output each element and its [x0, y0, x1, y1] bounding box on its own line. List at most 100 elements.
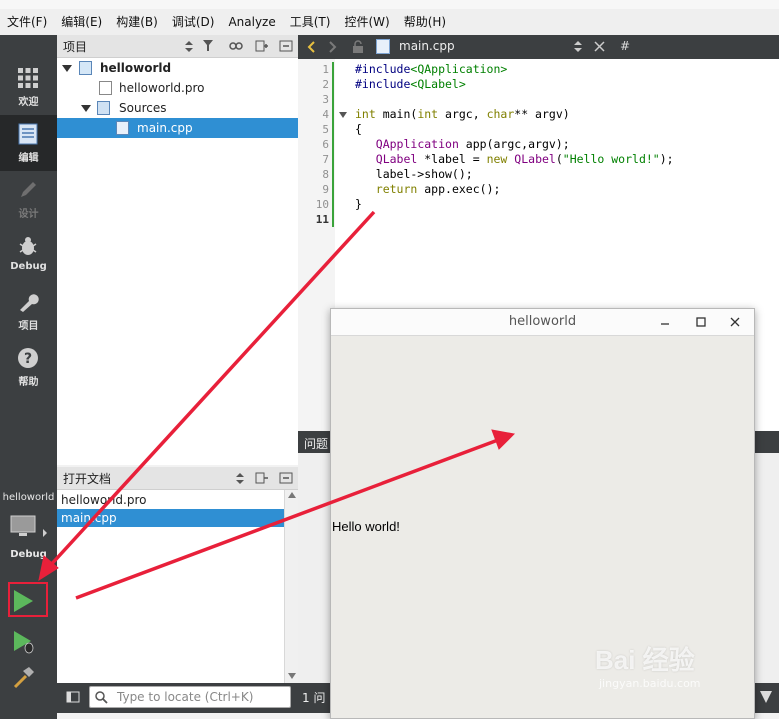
code-token: QLabel	[514, 152, 556, 166]
code-token: int	[417, 107, 439, 121]
menu-help[interactable]: 帮助(H)	[397, 11, 453, 33]
mode-label: 设计	[18, 209, 39, 220]
mode-edit[interactable]: 编辑	[0, 115, 57, 171]
tree-item-main-cpp[interactable]: main.cpp	[57, 118, 298, 138]
code-line: #include<QApplication>	[355, 62, 507, 77]
menu-build[interactable]: 构建(B)	[109, 11, 165, 33]
issues-tab[interactable]: 1 问	[302, 689, 325, 706]
open-documents-scrollbar[interactable]	[284, 490, 299, 683]
sort-updown-icon[interactable]	[185, 41, 193, 52]
link-icon[interactable]	[229, 40, 243, 52]
line-number: 7	[322, 153, 329, 166]
open-doc-main-cpp[interactable]: main.cpp	[57, 509, 289, 527]
mode-label: 欢迎	[18, 97, 39, 108]
scroll-up-icon[interactable]	[288, 492, 296, 498]
watermark-brand: Bai 经验	[595, 645, 695, 675]
tree-item-sources[interactable]: Sources	[57, 98, 298, 118]
line-number: 11	[315, 213, 329, 226]
mode-welcome[interactable]: 欢迎	[0, 59, 57, 115]
project-folder-icon	[79, 61, 92, 75]
edit-document-icon	[18, 123, 38, 145]
code-line: int main(int argc, char** argv)	[355, 107, 570, 121]
change-bar	[332, 62, 334, 227]
baidu-watermark: Bai 经验 jingyan.baidu.com	[595, 640, 701, 690]
menu-widgets[interactable]: 控件(W)	[337, 11, 396, 33]
code-token: #include	[355, 77, 411, 91]
open-documents-pane: 打开文档 helloworld.pro main.cpp	[57, 467, 298, 683]
open-documents-header: 打开文档	[57, 467, 298, 490]
menu-tools[interactable]: 工具(T)	[283, 11, 338, 33]
expand-arrow-icon[interactable]	[81, 105, 91, 112]
symbol-selector[interactable]: #	[620, 39, 630, 53]
fold-arrow-icon[interactable]	[339, 112, 347, 118]
mode-projects[interactable]: 项目	[0, 283, 57, 339]
toggle-sidebar-icon[interactable]	[66, 691, 80, 703]
code-token: return	[375, 182, 418, 196]
split-icon[interactable]	[255, 40, 269, 52]
line-number: 5	[322, 123, 329, 136]
issues-title[interactable]: 问题	[304, 435, 328, 452]
scroll-down-icon[interactable]	[288, 673, 296, 679]
line-number: 4	[322, 108, 329, 121]
helloworld-titlebar[interactable]: helloworld	[331, 309, 754, 336]
sort-updown-icon[interactable]	[236, 473, 244, 484]
editor-file-name[interactable]: main.cpp	[399, 39, 455, 53]
tree-item-pro[interactable]: helloworld.pro	[57, 78, 298, 98]
filter-icon[interactable]	[203, 40, 217, 52]
wrench-icon	[20, 294, 39, 312]
close-pane-icon[interactable]	[279, 40, 293, 52]
open-doc-pro[interactable]: helloworld.pro	[57, 491, 289, 509]
watermark-site: jingyan.baidu.com	[599, 677, 701, 690]
line-number: 6	[322, 138, 329, 151]
tree-item-project[interactable]: helloworld	[57, 58, 298, 78]
code-token: <QLabel>	[410, 77, 466, 91]
cpp-file-icon	[376, 39, 390, 54]
code-token: "Hello world!"	[562, 152, 660, 166]
mode-label: 项目	[18, 321, 39, 332]
menu-edit[interactable]: 编辑(E)	[54, 11, 109, 33]
expand-arrow-icon[interactable]	[62, 65, 72, 72]
sort-updown-icon[interactable]	[574, 41, 582, 52]
code-token: new	[486, 152, 508, 166]
code-line: }	[355, 197, 362, 211]
helloworld-window-title: helloworld	[508, 314, 577, 329]
line-number: 10	[315, 198, 329, 211]
minimize-icon[interactable]	[660, 317, 670, 327]
hammer-icon	[13, 667, 34, 689]
code-token: int	[355, 107, 376, 121]
forward-arrow-icon[interactable]	[329, 41, 337, 53]
code-token: char	[486, 107, 515, 121]
tree-item-label: Sources	[119, 101, 167, 115]
project-pane: 项目 helloworld helloworld.pro Sources mai…	[57, 35, 298, 465]
debug-run-button[interactable]	[8, 627, 48, 655]
menu-file[interactable]: 文件(F)	[0, 11, 54, 33]
output-toggle-icon[interactable]	[760, 691, 772, 703]
maximize-icon[interactable]	[696, 317, 706, 327]
mode-debug[interactable]: Debug	[0, 227, 57, 283]
code-token: <QApplication>	[410, 62, 508, 76]
tree-item-label: helloworld.pro	[119, 81, 205, 95]
locator-placeholder: Type to locate (Ctrl+K)	[117, 690, 254, 704]
question-icon: ?	[18, 348, 38, 368]
search-icon	[95, 691, 108, 704]
line-number: 9	[322, 183, 329, 196]
close-icon[interactable]	[730, 317, 740, 327]
back-arrow-icon[interactable]	[307, 41, 315, 53]
build-button[interactable]	[8, 663, 48, 691]
menu-analyze[interactable]: Analyze	[221, 11, 282, 33]
run-button-highlight	[8, 582, 48, 617]
mode-help[interactable]: ? 帮助	[0, 339, 57, 395]
close-pane-icon[interactable]	[279, 472, 293, 484]
grid-icon	[18, 68, 38, 88]
locator-input[interactable]: Type to locate (Ctrl+K)	[89, 686, 291, 708]
mode-label: 编辑	[18, 153, 39, 164]
split-icon[interactable]	[255, 472, 269, 484]
menu-debug[interactable]: 调试(D)	[165, 11, 222, 33]
target-selector[interactable]: helloworld Debug	[0, 487, 57, 567]
window-title-strip	[0, 0, 779, 9]
folder-icon	[97, 101, 110, 115]
close-icon[interactable]	[594, 41, 605, 52]
mode-design[interactable]: 设计	[0, 171, 57, 227]
chevron-right-icon	[43, 529, 47, 537]
line-number: 2	[322, 78, 329, 91]
